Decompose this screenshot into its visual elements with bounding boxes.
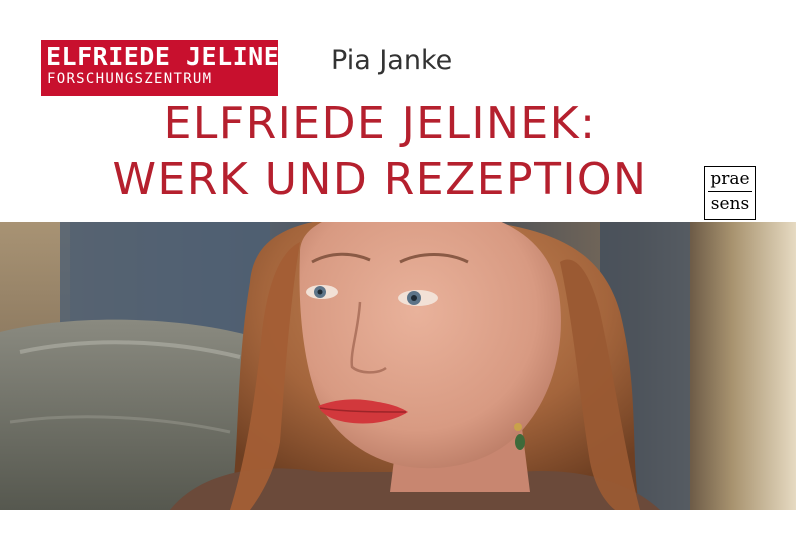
logo-subtitle-text: FORSCHUNGSZENTRUM (47, 71, 213, 87)
book-title: ELFRIEDE JELINEK: WERK UND REZEPTION (60, 96, 700, 208)
book-title-line-1: ELFRIEDE JELINEK: (163, 98, 597, 149)
author-name: Pia Janke (331, 45, 453, 76)
author-portrait-photo (0, 222, 796, 510)
publisher-logo-line-2: sens (710, 194, 750, 214)
forschungszentrum-logo: ELFRIEDE JELINEK FORSCHUNGSZENTRUM (41, 40, 278, 96)
book-title-line-2: WERK UND REZEPTION (112, 154, 648, 205)
portrait-illustration (0, 222, 796, 510)
publisher-logo-line-1: prae (710, 169, 750, 189)
publisher-logo: prae sens (704, 166, 756, 220)
logo-name-text: ELFRIEDE JELINEK (46, 42, 278, 71)
